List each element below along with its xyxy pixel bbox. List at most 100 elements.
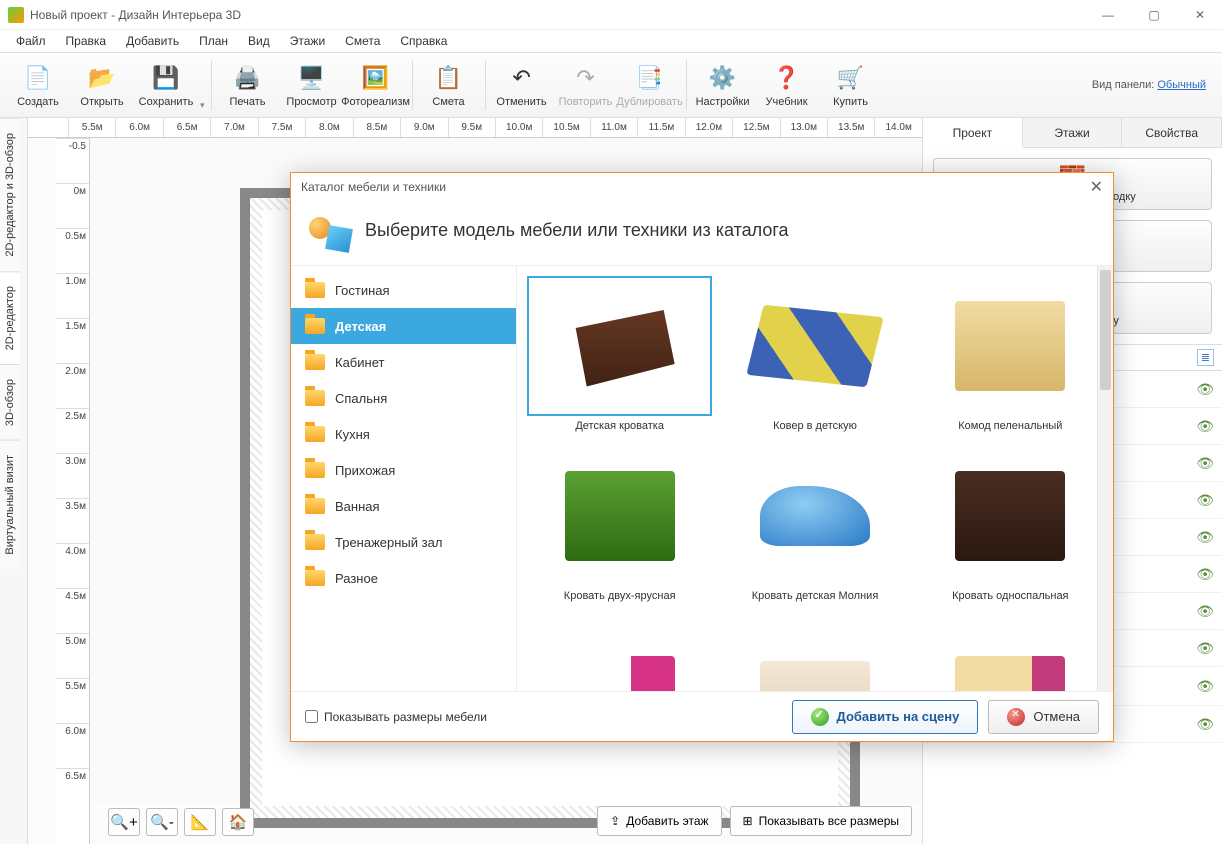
category-5[interactable]: Прихожая: [291, 452, 516, 488]
product-thumb: [955, 656, 1065, 691]
menu-0[interactable]: Файл: [8, 32, 54, 50]
product-3[interactable]: Кровать двух-ярусная: [527, 446, 712, 602]
add-floor-button[interactable]: ⇪Добавить этаж: [597, 806, 721, 836]
cancel-icon: [1007, 708, 1025, 726]
home-button[interactable]: 🏠: [222, 808, 254, 836]
visibility-icon[interactable]: 👁: [1196, 381, 1214, 398]
vtab-1[interactable]: 2D-редактор: [0, 271, 20, 364]
list-view-icon[interactable]: ≣: [1197, 349, 1214, 366]
product-thumb: [565, 301, 675, 391]
visibility-icon[interactable]: 👁: [1196, 678, 1214, 695]
category-list: ГостинаяДетскаяКабинетСпальняКухняПрихож…: [291, 266, 517, 691]
category-2[interactable]: Кабинет: [291, 344, 516, 380]
window-title: Новый проект - Дизайн Интерьера 3D: [30, 8, 1094, 22]
vtab-0[interactable]: 2D-редактор и 3D-обзор: [0, 118, 20, 271]
panel-mode-link[interactable]: Обычный: [1157, 79, 1206, 91]
dimensions-icon: ⊞: [743, 814, 753, 828]
tool-Открыть[interactable]: 📂Открыть: [70, 62, 134, 108]
menu-2[interactable]: Добавить: [118, 32, 187, 50]
menu-5[interactable]: Этажи: [282, 32, 333, 50]
minimize-button[interactable]: —: [1094, 8, 1122, 22]
menu-1[interactable]: Правка: [58, 32, 115, 50]
product-thumb: [565, 471, 675, 561]
tool-icon: ⚙️: [707, 62, 739, 94]
tool-icon: 🖥️: [296, 62, 328, 94]
category-4[interactable]: Кухня: [291, 416, 516, 452]
tool-Настройки[interactable]: ⚙️Настройки: [691, 62, 755, 108]
rtab-0[interactable]: Проект: [923, 118, 1023, 148]
zoom-out-button[interactable]: 🔍-: [146, 808, 178, 836]
canvas-tools: 🔍+ 🔍- 📐 🏠: [108, 808, 254, 836]
product-8[interactable]: [918, 616, 1103, 691]
category-3[interactable]: Спальня: [291, 380, 516, 416]
panel-mode: Вид панели: Обычный: [1092, 79, 1216, 91]
dialog-close-button[interactable]: ✕: [1090, 177, 1103, 197]
product-6[interactable]: [527, 616, 712, 691]
category-6[interactable]: Ванная: [291, 488, 516, 524]
rtab-1[interactable]: Этажи: [1023, 118, 1123, 147]
tool-Просмотр[interactable]: 🖥️Просмотр: [280, 62, 344, 108]
tool-Повторить: ↷Повторить: [554, 62, 618, 108]
close-button[interactable]: ✕: [1186, 8, 1214, 22]
tool-Купить[interactable]: 🛒Купить: [819, 62, 883, 108]
product-1[interactable]: Ковер в детскую: [722, 276, 907, 432]
tool-icon: 💾: [150, 62, 182, 94]
folder-icon: [305, 354, 325, 370]
tool-Смета[interactable]: 📋Смета: [417, 62, 481, 108]
visibility-icon[interactable]: 👁: [1196, 418, 1214, 435]
category-8[interactable]: Разное: [291, 560, 516, 596]
titlebar: Новый проект - Дизайн Интерьера 3D — ▢ ✕: [0, 0, 1222, 30]
product-7[interactable]: [722, 616, 907, 691]
toolbar: 📄Создать📂Открыть💾Сохранить ▾ 🖨️Печать🖥️П…: [0, 52, 1222, 118]
visibility-icon[interactable]: 👁: [1196, 529, 1214, 546]
product-2[interactable]: Комод пеленальный: [918, 276, 1103, 432]
show-dimensions-button[interactable]: ⊞Показывать все размеры: [730, 806, 912, 836]
product-thumb: [746, 305, 883, 388]
cancel-button[interactable]: Отмена: [988, 700, 1099, 734]
tool-Отменить[interactable]: ↶Отменить: [490, 62, 554, 108]
tool-Создать[interactable]: 📄Создать: [6, 62, 70, 108]
vtab-2[interactable]: 3D-обзор: [0, 364, 20, 440]
ruler-button[interactable]: 📐: [184, 808, 216, 836]
tool-Учебник[interactable]: ❓Учебник: [755, 62, 819, 108]
category-1[interactable]: Детская: [291, 308, 516, 344]
visibility-icon[interactable]: 👁: [1196, 566, 1214, 583]
menu-6[interactable]: Смета: [337, 32, 388, 50]
menu-4[interactable]: Вид: [240, 32, 278, 50]
product-grid: Детская кроваткаКовер в детскуюКомод пел…: [517, 266, 1113, 691]
folder-icon: [305, 534, 325, 550]
tool-icon: 📑: [634, 62, 666, 94]
tool-icon: 🖼️: [360, 62, 392, 94]
visibility-icon[interactable]: 👁: [1196, 455, 1214, 472]
visibility-icon[interactable]: 👁: [1196, 716, 1214, 733]
product-5[interactable]: Кровать односпальная: [918, 446, 1103, 602]
stairs-icon: ⇪: [610, 814, 620, 828]
product-0[interactable]: Детская кроватка: [527, 276, 712, 432]
folder-icon: [305, 570, 325, 586]
tool-Печать[interactable]: 🖨️Печать: [216, 62, 280, 108]
menu-7[interactable]: Справка: [392, 32, 455, 50]
menubar: ФайлПравкаДобавитьПланВидЭтажиСметаСправ…: [0, 30, 1222, 52]
maximize-button[interactable]: ▢: [1140, 8, 1168, 22]
folder-icon: [305, 498, 325, 514]
tool-Сохранить[interactable]: 💾Сохранить: [134, 62, 198, 108]
category-7[interactable]: Тренажерный зал: [291, 524, 516, 560]
tool-icon: 📋: [433, 62, 465, 94]
add-to-scene-button[interactable]: Добавить на сцену: [792, 700, 979, 734]
zoom-in-button[interactable]: 🔍+: [108, 808, 140, 836]
category-0[interactable]: Гостиная: [291, 272, 516, 308]
rtab-2[interactable]: Свойства: [1122, 118, 1222, 147]
visibility-icon[interactable]: 👁: [1196, 640, 1214, 657]
show-dimensions-checkbox[interactable]: Показывать размеры мебели: [305, 710, 487, 724]
product-thumb: [760, 486, 870, 546]
vtab-3[interactable]: Виртуальный визит: [0, 440, 20, 569]
tool-icon: ↷: [570, 62, 602, 94]
product-4[interactable]: Кровать детская Молния: [722, 446, 907, 602]
tool-Фотореализм[interactable]: 🖼️Фотореализм: [344, 62, 408, 108]
dialog-heading: Выберите модель мебели или техники из ка…: [365, 220, 789, 241]
menu-3[interactable]: План: [191, 32, 236, 50]
visibility-icon[interactable]: 👁: [1196, 603, 1214, 620]
app-icon: [8, 7, 24, 23]
scrollbar[interactable]: [1097, 266, 1113, 691]
visibility-icon[interactable]: 👁: [1196, 492, 1214, 509]
